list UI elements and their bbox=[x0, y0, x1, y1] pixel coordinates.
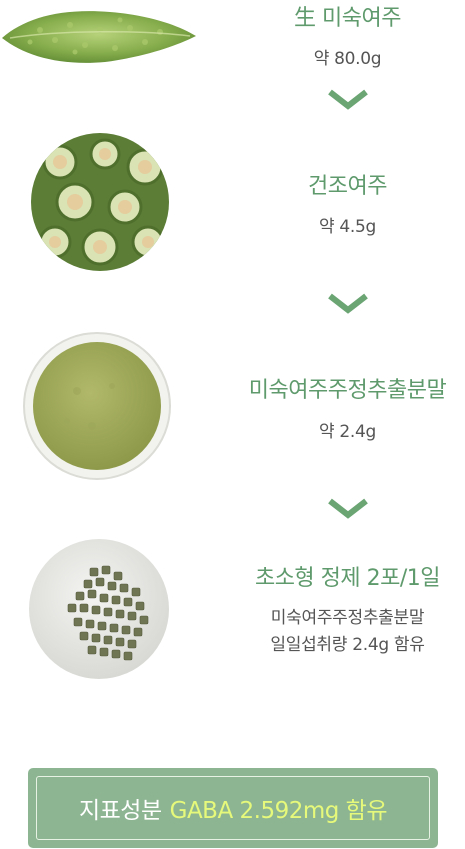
small-tablets-image bbox=[28, 538, 170, 680]
tablet bbox=[91, 605, 101, 615]
tablet bbox=[87, 589, 97, 599]
step-1-title: 生 미숙여주 bbox=[294, 6, 401, 31]
tablet bbox=[111, 595, 121, 605]
step-1-amount: 약 80.0g bbox=[313, 49, 382, 69]
tablet bbox=[67, 603, 77, 613]
tablet bbox=[115, 609, 125, 619]
step-2-title: 건조여주 bbox=[308, 174, 387, 199]
tablet bbox=[101, 565, 111, 575]
key-component-label: 지표성분 bbox=[78, 798, 162, 824]
tablet bbox=[135, 601, 145, 611]
tablet bbox=[79, 603, 89, 613]
dried-bitter-melon-image bbox=[30, 132, 170, 272]
tablet bbox=[113, 571, 123, 581]
tablet bbox=[97, 621, 107, 631]
step-3-title: 미숙여주주정추출분말 bbox=[248, 378, 447, 403]
tablet bbox=[83, 579, 93, 589]
tablet bbox=[123, 651, 133, 661]
tablet bbox=[99, 593, 109, 603]
tablet bbox=[133, 627, 143, 637]
tablet bbox=[107, 581, 117, 591]
chevron-down-icon bbox=[328, 89, 368, 110]
tablet bbox=[119, 583, 129, 593]
chevron-down-icon bbox=[328, 293, 368, 314]
tablet bbox=[103, 607, 113, 617]
tablet bbox=[103, 635, 113, 645]
tablet bbox=[87, 645, 97, 655]
step-4-line-2: 일일섭취량 2.4g 함유 bbox=[270, 635, 425, 655]
tablet bbox=[111, 649, 121, 659]
key-component-banner: 지표성분 GABA 2.592mg 함유 bbox=[28, 768, 438, 848]
tablet bbox=[109, 623, 119, 633]
tablet bbox=[121, 625, 131, 635]
key-component-highlight: GABA 2.592mg 함유 bbox=[169, 798, 388, 824]
extract-powder-image bbox=[22, 331, 172, 481]
tablet bbox=[95, 577, 105, 587]
tablet bbox=[127, 639, 137, 649]
tablet bbox=[73, 617, 83, 627]
tablet bbox=[123, 597, 133, 607]
tablet bbox=[91, 633, 101, 643]
step-4-line-1: 미숙여주주정추출분말 bbox=[270, 608, 425, 628]
step-3-amount: 약 2.4g bbox=[318, 422, 377, 442]
chevron-down-icon bbox=[328, 498, 368, 519]
step-4-title: 초소형 정제 2포/1일 bbox=[254, 566, 441, 591]
tablet bbox=[75, 591, 85, 601]
tablet bbox=[79, 631, 89, 641]
key-component-frame: 지표성분 GABA 2.592mg 함유 bbox=[36, 776, 430, 840]
step-2-amount: 약 4.5g bbox=[318, 217, 377, 237]
tablet bbox=[89, 567, 99, 577]
raw-bitter-melon-image bbox=[0, 0, 200, 70]
tablet bbox=[127, 611, 137, 621]
tablet bbox=[139, 615, 149, 625]
tablet bbox=[85, 619, 95, 629]
tablet bbox=[115, 637, 125, 647]
tablet bbox=[99, 647, 109, 657]
tablet bbox=[131, 587, 141, 597]
